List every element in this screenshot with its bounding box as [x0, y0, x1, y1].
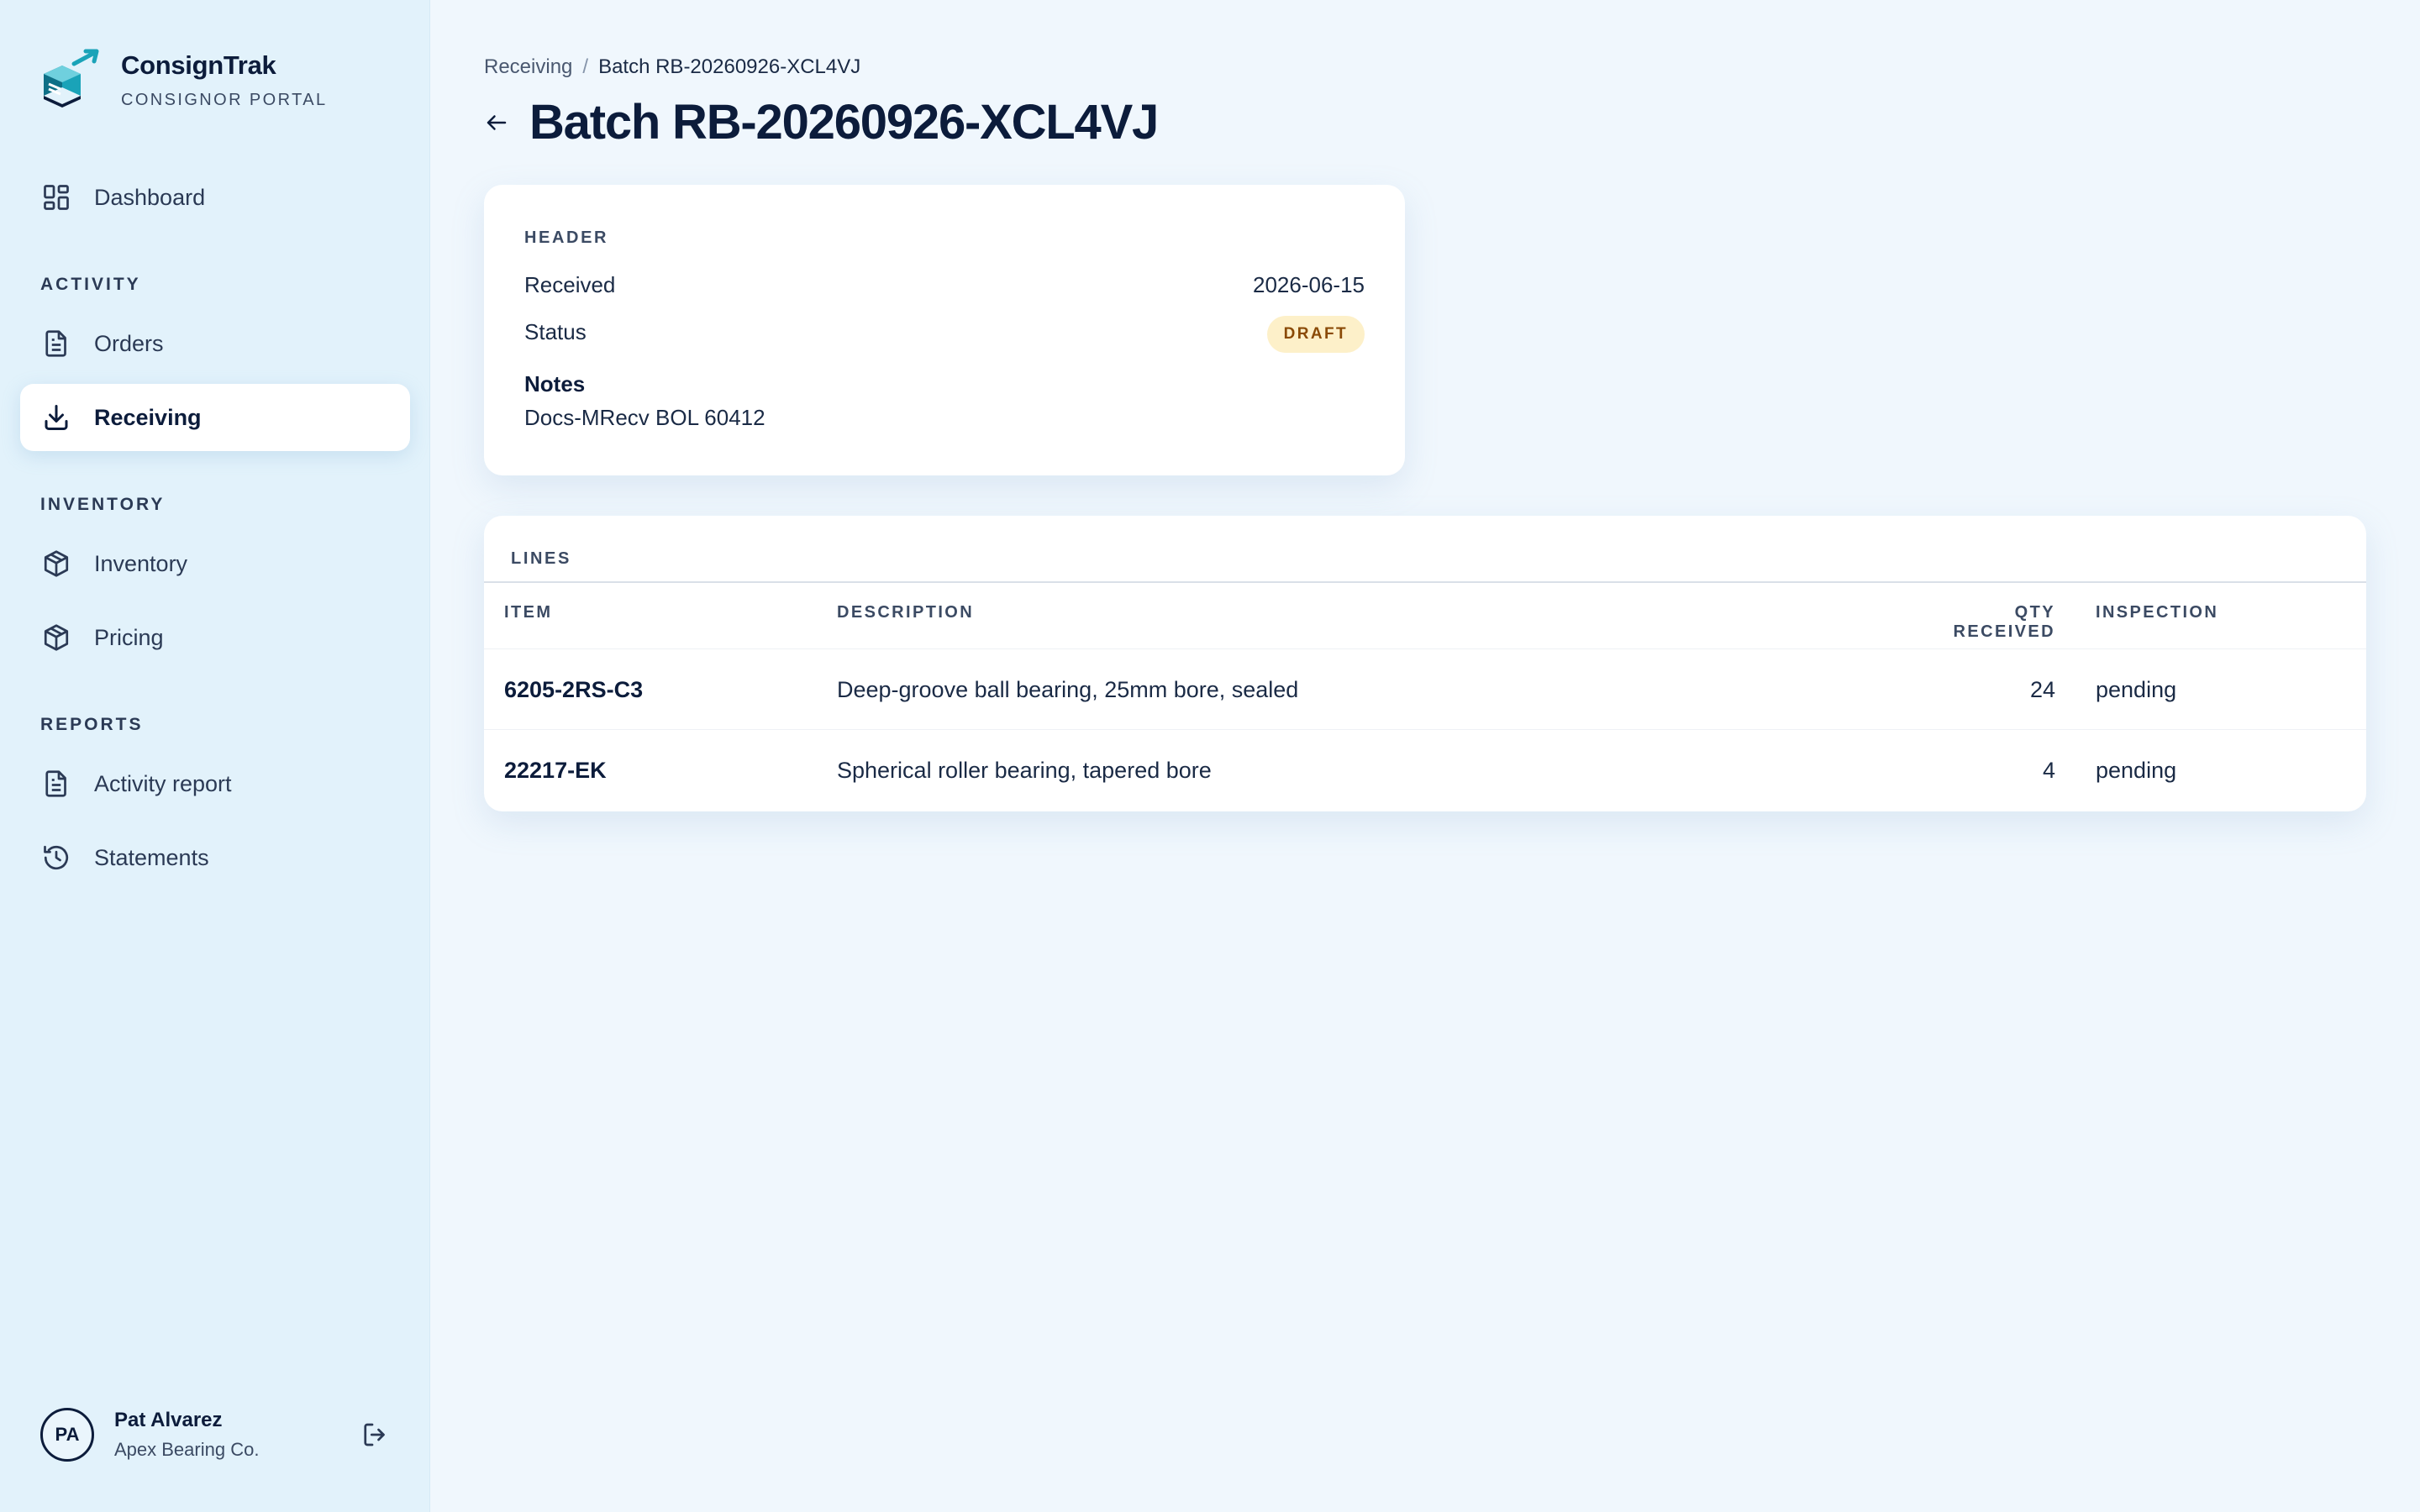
row-description: Deep-groove ball bearing, 25mm bore, sea… [837, 677, 1299, 702]
sidebar-item-pricing[interactable]: Pricing [20, 604, 410, 671]
received-value: 2026-06-15 [1253, 272, 1365, 297]
row-qty: 24 [2029, 677, 2055, 702]
status-label: Status [524, 318, 587, 344]
row-item[interactable]: 22217-EK [504, 758, 607, 784]
header-card-label: HEADER [524, 228, 609, 247]
row-qty: 4 [2042, 758, 2055, 783]
page-title: Batch RB-20260926-XCL4VJ [529, 95, 1159, 150]
back-arrow-icon[interactable] [484, 110, 509, 135]
lines-card-label: LINES [511, 549, 571, 568]
box-icon [40, 548, 72, 580]
breadcrumb: Receiving / Batch RB-20260926-XCL4VJ [484, 55, 860, 79]
sidebar-item-label: Pricing [94, 624, 164, 650]
sidebar-item-statements[interactable]: Statements [20, 824, 410, 891]
row-inspection: pending [2096, 758, 2177, 783]
column-header-inspection[interactable]: INSPECTION [2096, 603, 2218, 622]
column-header-description[interactable]: DESCRIPTION [837, 603, 974, 622]
breadcrumb-current: Batch RB-20260926-XCL4VJ [598, 55, 861, 78]
brand-subtitle: CONSIGNOR PORTAL [121, 91, 328, 109]
breadcrumb-separator: / [582, 55, 589, 78]
section-inventory: INVENTORY [40, 495, 166, 514]
sidebar-item-activity-report[interactable]: Activity report [20, 750, 410, 817]
sidebar-item-label: Inventory [94, 550, 188, 576]
user-organization: Apex Bearing Co. [114, 1439, 260, 1460]
sidebar-item-receiving[interactable]: Receiving [20, 384, 410, 451]
section-reports: REPORTS [40, 715, 144, 734]
sidebar-item-label: Orders [94, 330, 164, 356]
sidebar-item-label: Statements [94, 844, 209, 870]
notes-label: Notes [524, 371, 586, 396]
row-divider [484, 648, 2366, 649]
row-divider [484, 729, 2366, 730]
document-icon [40, 768, 72, 800]
notes-value: Docs-MRecv BOL 60412 [524, 405, 765, 430]
header-card: HEADER Received 2026-06-15 Status DRAFT … [484, 185, 1405, 475]
document-icon [40, 328, 72, 360]
row-item[interactable]: 6205-2RS-C3 [504, 677, 643, 703]
avatar[interactable]: PA [40, 1408, 94, 1462]
sidebar-item-inventory[interactable]: Inventory [20, 530, 410, 597]
sidebar-item-label: Receiving [94, 404, 202, 430]
lines-card: LINES [484, 516, 2366, 811]
sidebar-item-label: Activity report [94, 770, 232, 796]
sidebar: ConsignTrak CONSIGNOR PORTAL Dashboard A… [0, 0, 430, 1512]
download-icon [40, 402, 72, 433]
sidebar-item-label: Dashboard [94, 184, 206, 210]
user-name: Pat Alvarez [114, 1409, 223, 1431]
section-activity: ACTIVITY [40, 275, 141, 294]
brand-name: ConsignTrak [121, 50, 276, 80]
logout-icon[interactable] [360, 1420, 390, 1450]
history-icon [40, 842, 72, 874]
app-root: ConsignTrak CONSIGNOR PORTAL Dashboard A… [0, 0, 2420, 1512]
column-header-qty-received[interactable]: QTY RECEIVED [1912, 603, 2055, 642]
column-header-item[interactable]: ITEM [504, 603, 552, 622]
sidebar-item-dashboard[interactable]: Dashboard [20, 164, 410, 231]
row-description: Spherical roller bearing, tapered bore [837, 758, 1212, 783]
status-badge: DRAFT [1266, 316, 1365, 353]
received-label: Received [524, 272, 616, 297]
breadcrumb-link-receiving[interactable]: Receiving [484, 55, 572, 79]
status-row: Status DRAFT [524, 316, 1365, 353]
title-row: Batch RB-20260926-XCL4VJ [484, 94, 1159, 150]
brand[interactable]: ConsignTrak CONSIGNOR PORTAL [40, 49, 327, 110]
row-inspection: pending [2096, 677, 2177, 702]
logo-cube-icon [44, 49, 99, 108]
received-row: Received 2026-06-15 [524, 272, 1365, 298]
user-profile: PA Pat Alvarez Apex Bearing Co. [40, 1408, 390, 1462]
box-icon [40, 622, 72, 654]
divider [484, 581, 2366, 583]
dashboard-grid-icon [40, 181, 72, 213]
sidebar-item-orders[interactable]: Orders [20, 310, 410, 377]
